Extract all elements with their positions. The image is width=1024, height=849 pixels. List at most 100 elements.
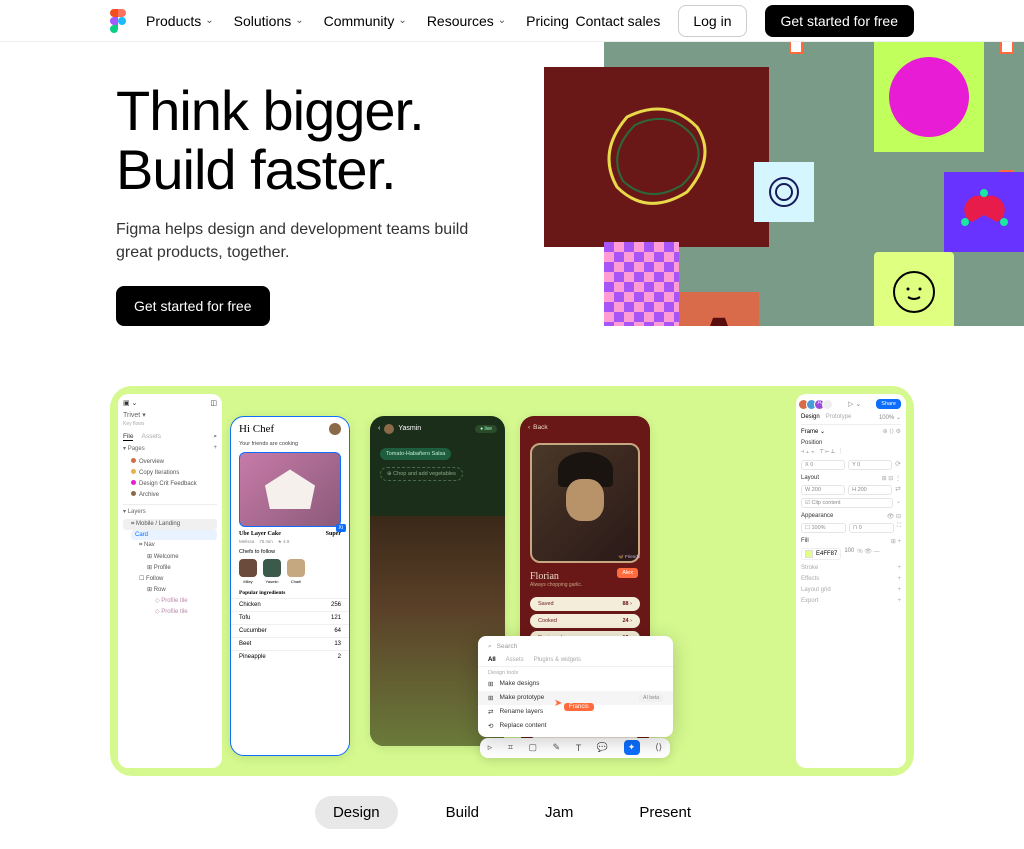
layer-item[interactable]: ◇ Profile tile (147, 595, 217, 606)
nav-products[interactable]: Products⌄ (146, 13, 214, 29)
profile-tagline: Always chopping garlic. (520, 582, 650, 594)
chevron-down-icon: ⌄ (295, 15, 303, 26)
nav-community[interactable]: Community⌄ (324, 13, 407, 29)
section-export[interactable]: Export (801, 598, 818, 604)
chef-avatars (231, 557, 349, 579)
layer-item[interactable]: Card (131, 530, 217, 540)
layer-item[interactable]: ⌗ Nav (131, 540, 217, 551)
panel-toggle-icon[interactable]: ◫ (210, 399, 217, 407)
frame-title: Hi Chef (239, 423, 274, 435)
figma-logo-icon[interactable] (110, 9, 126, 33)
text-tool-icon[interactable]: T (576, 743, 582, 753)
ingredients-label: Popular ingredients (231, 584, 349, 598)
nav-pricing[interactable]: Pricing (526, 13, 569, 29)
h-input[interactable]: H 200 (848, 485, 892, 495)
main-nav: Products⌄ Solutions⌄ Community⌄ Resource… (146, 13, 569, 29)
hero-collage: A (604, 42, 1024, 326)
sparkle-icon: ⊞ (488, 680, 493, 688)
replace-icon: ⟲ (488, 722, 493, 730)
nav-solutions[interactable]: Solutions⌄ (234, 13, 304, 29)
user-name: Yasmin (398, 425, 421, 432)
share-button[interactable]: Share (876, 399, 901, 409)
rectangle-tool-icon[interactable]: ▢ (529, 742, 538, 753)
rotation-input[interactable]: ⊓ 0 (849, 523, 894, 533)
tab-jam[interactable]: Jam (527, 796, 591, 829)
tab-prototype[interactable]: Prototype (826, 414, 852, 421)
layer-item[interactable]: ⊞ Profile (139, 562, 217, 573)
tab-present[interactable]: Present (621, 796, 709, 829)
page-overview[interactable]: Overview (123, 456, 217, 467)
search-input[interactable]: ⌕Search (478, 640, 673, 654)
search-tab-assets[interactable]: Assets (506, 657, 524, 663)
frame-tool-icon[interactable]: ⌗ (508, 742, 513, 753)
section-stroke[interactable]: Stroke (801, 565, 818, 571)
figma-icon[interactable]: ▣ ⌄ (123, 399, 137, 407)
frame-hi-chef[interactable]: Hi Chef Your friends are cooking Xi Ube … (230, 416, 350, 756)
tab-build[interactable]: Build (428, 796, 497, 829)
tab-file[interactable]: File (123, 433, 133, 441)
page-design-crit[interactable]: Design Crit Feedback (123, 478, 217, 489)
section-effects[interactable]: Effects (801, 576, 819, 582)
tab-design[interactable]: Design (315, 796, 398, 829)
comment-tool-icon[interactable]: 💬 (597, 742, 608, 753)
search-icon[interactable]: ⌕ (213, 433, 217, 441)
tab-design[interactable]: Design (801, 414, 820, 421)
page-copy-iterations[interactable]: Copy Iterations (123, 467, 217, 478)
recipe-image: Xi (239, 452, 341, 527)
project-name[interactable]: Trivet ▾ (123, 411, 217, 419)
selection-handle-icon (1000, 42, 1014, 54)
play-icon[interactable]: ▷ ⌄ (848, 400, 861, 408)
tab-assets[interactable]: Assets (141, 433, 161, 441)
layer-item[interactable]: ⌗ Mobile / Landing (123, 519, 217, 530)
zoom-level[interactable]: 100% ⌄ (879, 414, 901, 421)
contact-sales-link[interactable]: Contact sales (576, 13, 661, 29)
collaborator-avatars[interactable]: A (801, 399, 833, 410)
canvas[interactable]: Hi Chef Your friends are cooking Xi Ube … (230, 416, 788, 766)
section-position: Position (801, 440, 901, 446)
frame-type[interactable]: Frame ⌄ (801, 428, 825, 435)
chevron-down-icon: ⌄ (205, 15, 213, 26)
ingredient-row: Beet13 (231, 637, 349, 650)
selection-handle-icon (789, 42, 803, 54)
collage-tile-jester (944, 172, 1024, 252)
stat-row[interactable]: Saved88 › (530, 597, 640, 611)
collage-tile-pink (874, 42, 984, 152)
page-archive[interactable]: Archive (123, 489, 217, 500)
dev-mode-icon[interactable]: ⟨⟩ (655, 742, 662, 753)
hero-subtitle: Figma helps design and development teams… (116, 218, 476, 264)
layer-item[interactable]: ◇ Profile tile (147, 606, 217, 617)
actions-tool-icon[interactable]: ✦ (624, 740, 640, 755)
search-tab-plugins[interactable]: Plugins & widgets (534, 657, 581, 663)
hero-cta-button[interactable]: Get started for free (116, 286, 270, 326)
layer-item[interactable]: ☐ Follow (131, 573, 217, 584)
x-input[interactable]: X 0 (801, 460, 845, 470)
login-button[interactable]: Log in (678, 5, 746, 37)
ingredient-row: Chicken256 (231, 598, 349, 611)
w-input[interactable]: W 200 (801, 485, 845, 495)
ai-beta-badge: AI beta (639, 694, 663, 702)
layer-item[interactable]: ⊞ Row (139, 584, 217, 595)
profile-photo (530, 443, 640, 563)
back-icon[interactable]: ‹ (528, 424, 530, 431)
stat-row[interactable]: Cooked24 › (530, 614, 640, 628)
clip-content[interactable]: ☑ Clip content (801, 498, 893, 508)
get-started-button[interactable]: Get started for free (765, 5, 915, 37)
pen-tool-icon[interactable]: ✎ (553, 742, 561, 753)
back-icon[interactable]: ‹ (378, 425, 380, 432)
section-layout-grid[interactable]: Layout grid (801, 587, 831, 593)
header-right: Contact sales Log in Get started for fre… (576, 5, 914, 37)
recipe-pill: Tomato-Habañero Salsa (380, 448, 451, 460)
add-page-icon[interactable]: + (213, 445, 217, 452)
fill-color[interactable]: E4FF87 (801, 548, 841, 560)
layer-item[interactable]: ⊞ Welcome (139, 551, 217, 562)
opacity-input[interactable]: ☐ 100% (801, 523, 846, 533)
y-input[interactable]: Y 0 (848, 460, 892, 470)
action-replace-content[interactable]: ⟲Replace content (478, 719, 673, 733)
search-tab-all[interactable]: All (488, 657, 496, 663)
action-make-designs[interactable]: ⊞Make designs (478, 677, 673, 691)
move-tool-icon[interactable]: ▹ (488, 742, 493, 753)
collaborator-cursor: Francis (564, 703, 594, 711)
align-icons[interactable]: ⫞ ⫠ ⫟ ⊤ ⊢ ⊥ ⋮ (801, 449, 901, 456)
nav-resources[interactable]: Resources⌄ (427, 13, 506, 29)
prototype-icon: ⊞ (488, 694, 493, 702)
